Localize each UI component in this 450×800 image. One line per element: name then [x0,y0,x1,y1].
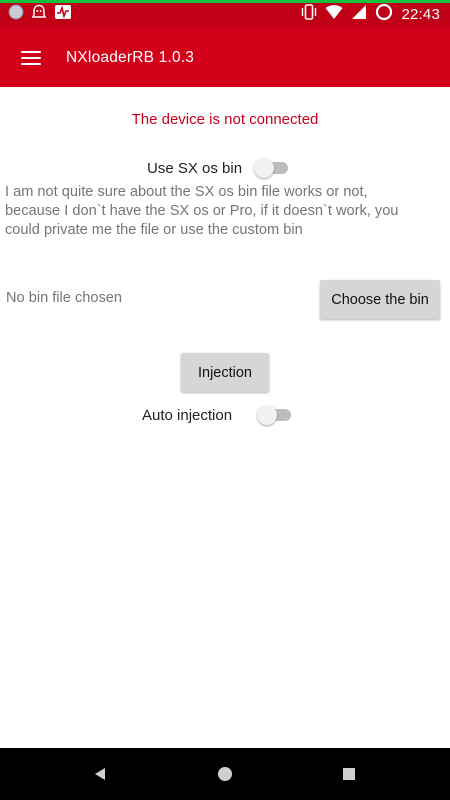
wifi-icon [325,4,343,25]
status-right-icons: 22:43 [301,3,440,26]
home-icon [218,767,232,781]
connection-status: The device is not connected [131,111,319,128]
sx-os-bin-label: Use SX os bin [147,159,243,177]
recents-button[interactable] [338,763,360,785]
status-time: 22:43 [401,5,440,23]
status-bar: 22:43 [0,0,450,28]
back-button[interactable] [89,763,111,785]
bin-file-status: No bin file chosen [6,290,123,306]
menu-button[interactable] [0,28,62,87]
injection-button[interactable]: Injection [181,353,269,392]
auto-injection-switch[interactable] [257,405,293,425]
switch-thumb [254,158,275,178]
recents-icon [343,768,355,780]
data-saver-icon [375,3,393,26]
app-notification-icon [31,4,47,25]
sx-os-bin-switch[interactable] [254,158,290,178]
notification-dot-icon [8,4,24,25]
signal-icon [351,4,367,25]
activity-icon [54,4,72,25]
auto-injection-label: Auto injection [142,406,233,424]
app-bar: NXloaderRB 1.0.3 [0,28,450,87]
sx-os-bin-row: Use SX os bin [147,158,290,178]
home-button[interactable] [214,763,236,785]
choose-bin-button[interactable]: Choose the bin [320,280,440,319]
auto-injection-row: Auto injection [142,405,293,425]
app-screen: 22:43 NXloaderRB 1.0.3 The device is not… [0,0,450,800]
status-left-icons [8,4,72,25]
main-content: The device is not connected Use SX os bi… [0,87,450,747]
navigation-bar [0,748,450,800]
vibrate-icon [301,3,317,26]
switch-thumb [257,405,278,425]
back-icon [95,768,105,780]
sx-os-note: I am not quite sure about the SX os bin … [5,184,399,238]
hamburger-menu-icon [21,50,41,65]
app-title: NXloaderRB 1.0.3 [66,48,195,66]
